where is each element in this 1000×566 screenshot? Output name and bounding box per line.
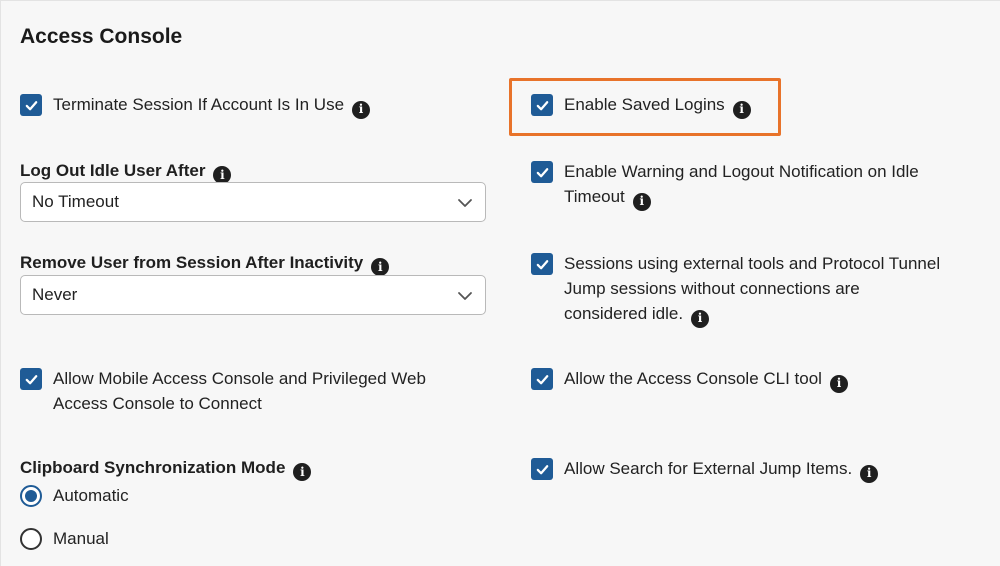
info-icon[interactable]: i <box>632 192 651 211</box>
idle-logout-label: Log Out Idle User After i <box>20 160 232 184</box>
idle-warning-checkbox[interactable] <box>531 161 553 183</box>
manual-radio[interactable] <box>20 528 42 550</box>
terminate-session-option: Terminate Session If Account Is In Use i <box>20 92 371 119</box>
info-icon[interactable]: i <box>829 374 848 393</box>
idle-warning-label: Enable Warning and Logout Notification o… <box>564 159 919 211</box>
access-console-panel: Access Console Terminate Session If Acco… <box>0 0 1000 566</box>
manual-label: Manual <box>53 529 109 548</box>
check-icon <box>536 167 548 177</box>
remove-user-label: Remove User from Session After Inactivit… <box>20 252 390 276</box>
check-icon <box>536 464 548 474</box>
mobile-console-checkbox[interactable] <box>20 368 42 390</box>
external-search-option: Allow Search for External Jump Items. i <box>531 456 879 483</box>
terminate-session-label: Terminate Session If Account Is In Use i <box>53 92 371 119</box>
check-icon <box>25 374 37 384</box>
clipboard-option-manual[interactable]: Manual <box>20 528 109 550</box>
remove-user-value: Never <box>32 285 78 304</box>
saved-logins-label: Enable Saved Logins i <box>564 92 751 119</box>
section-title: Access Console <box>20 25 183 48</box>
clipboard-option-automatic[interactable]: Automatic <box>20 485 129 507</box>
clipboard-mode-label: Clipboard Synchronization Mode i <box>20 457 312 481</box>
saved-logins-checkbox[interactable] <box>531 94 553 116</box>
check-icon <box>25 100 37 110</box>
info-icon[interactable]: i <box>293 463 312 481</box>
chevron-down-icon <box>458 292 472 300</box>
cli-tool-checkbox[interactable] <box>531 368 553 390</box>
mobile-console-option: Allow Mobile Access Console and Privileg… <box>20 368 426 416</box>
cli-tool-option: Allow the Access Console CLI tool i <box>531 368 848 393</box>
terminate-session-checkbox[interactable] <box>20 94 42 116</box>
idle-logout-value: No Timeout <box>32 192 119 211</box>
info-icon[interactable]: i <box>352 100 371 119</box>
external-search-checkbox[interactable] <box>531 458 553 480</box>
info-icon[interactable]: i <box>732 100 751 119</box>
external-tools-checkbox[interactable] <box>531 253 553 275</box>
check-icon <box>536 259 548 269</box>
idle-warning-option: Enable Warning and Logout Notification o… <box>531 161 919 211</box>
automatic-radio[interactable] <box>20 485 42 507</box>
mobile-console-label: Allow Mobile Access Console and Privileg… <box>53 369 426 413</box>
chevron-down-icon <box>458 199 472 207</box>
remove-user-select[interactable]: Never <box>20 275 486 315</box>
check-icon <box>536 374 548 384</box>
info-icon[interactable]: i <box>691 309 710 328</box>
check-icon <box>536 100 548 110</box>
external-search-label: Allow Search for External Jump Items. i <box>564 456 879 483</box>
external-tools-label: Sessions using external tools and Protoc… <box>564 251 940 328</box>
idle-logout-select[interactable]: No Timeout <box>20 182 486 222</box>
external-tools-option: Sessions using external tools and Protoc… <box>531 253 940 328</box>
automatic-label: Automatic <box>53 486 129 505</box>
info-icon[interactable]: i <box>860 464 879 483</box>
cli-tool-label: Allow the Access Console CLI tool i <box>564 366 848 393</box>
saved-logins-option: Enable Saved Logins i <box>531 94 751 119</box>
info-icon[interactable]: i <box>371 258 390 276</box>
